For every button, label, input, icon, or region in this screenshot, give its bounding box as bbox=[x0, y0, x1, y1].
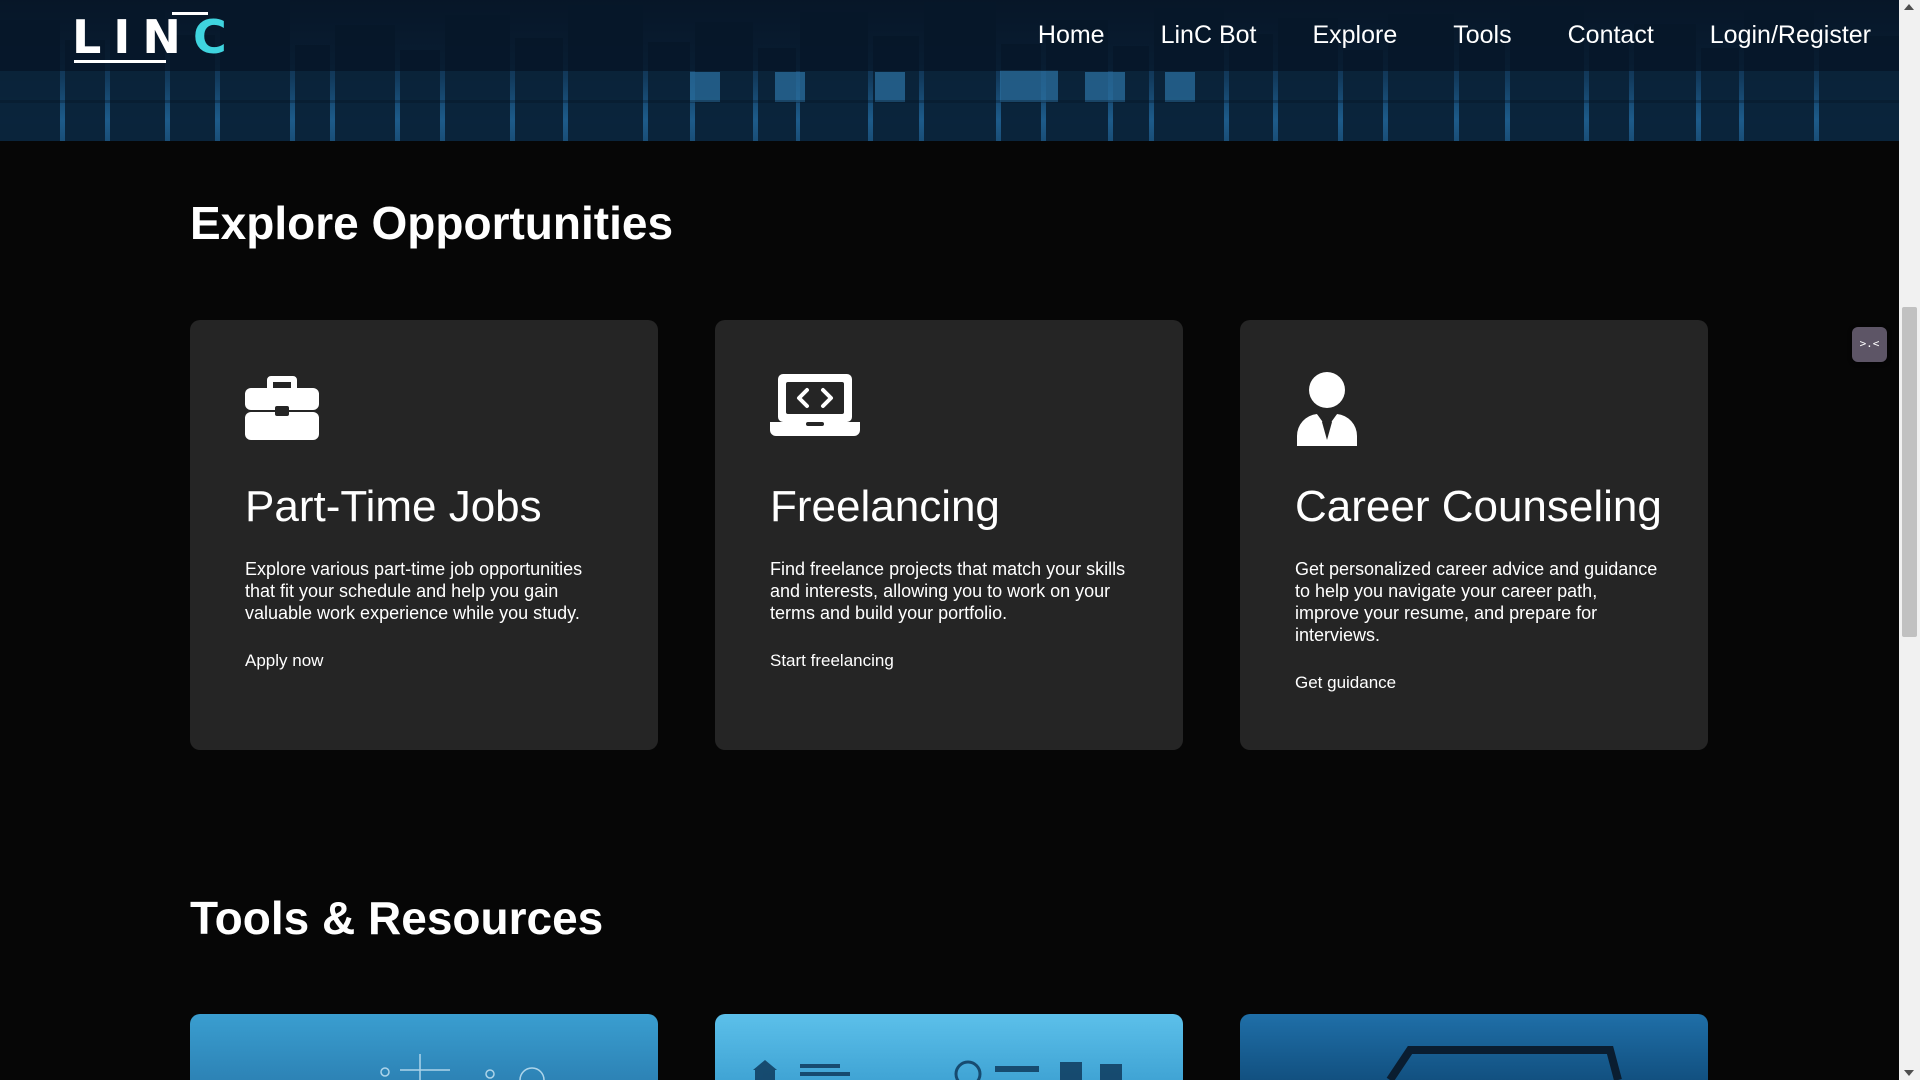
nav-home-link[interactable]: Home bbox=[1038, 18, 1105, 52]
resource-card-3[interactable] bbox=[1240, 1014, 1708, 1080]
scroll-down-arrow-icon[interactable] bbox=[1904, 1070, 1914, 1076]
resource-card-1[interactable] bbox=[190, 1014, 658, 1080]
start-freelancing-link[interactable]: Start freelancing bbox=[770, 651, 894, 671]
card-description: Explore various part-time job opportunit… bbox=[245, 559, 583, 623]
logo-text-main: LIN bbox=[72, 10, 193, 64]
resource-illustration bbox=[380, 1054, 545, 1080]
card-title: Part-Time Jobs bbox=[245, 482, 542, 531]
opportunity-card-freelancing: Freelancing Find freelance projects that… bbox=[715, 320, 1183, 750]
logo-text-accent: C bbox=[192, 10, 239, 64]
scroll-up-arrow-icon[interactable] bbox=[1904, 4, 1914, 10]
card-title: Career Counseling bbox=[1295, 482, 1662, 531]
user-tie-icon bbox=[1295, 372, 1359, 451]
resource-card-2[interactable] bbox=[715, 1014, 1183, 1080]
explore-section-title: Explore Opportunities bbox=[190, 197, 674, 249]
laptop-code-icon bbox=[770, 372, 860, 441]
scrollbar-thumb[interactable] bbox=[1902, 307, 1917, 637]
get-guidance-link[interactable]: Get guidance bbox=[1295, 673, 1396, 693]
linc-logo[interactable]: LINC bbox=[72, 8, 227, 66]
logo-underline bbox=[74, 60, 166, 63]
page-scrollbar[interactable] bbox=[1899, 0, 1920, 1080]
nav-tools-link[interactable]: Tools bbox=[1453, 18, 1511, 52]
chat-widget-button[interactable]: >.< bbox=[1852, 327, 1887, 362]
top-navbar: LINC Home LinC Bot Explore Tools Contact… bbox=[0, 0, 1899, 71]
main-nav: Home LinC Bot Explore Tools Contact Logi… bbox=[982, 18, 1871, 52]
opportunity-card-part-time-jobs: Part-Time Jobs Explore various part-time… bbox=[190, 320, 658, 750]
nav-login-register-link[interactable]: Login/Register bbox=[1710, 18, 1871, 52]
card-title: Freelancing bbox=[770, 482, 1000, 531]
card-description: Find freelance projects that match your … bbox=[770, 559, 1126, 623]
tools-section-title: Tools & Resources bbox=[190, 892, 604, 944]
apply-now-link[interactable]: Apply now bbox=[245, 651, 323, 671]
nav-explore-link[interactable]: Explore bbox=[1312, 18, 1397, 52]
briefcase-icon bbox=[245, 372, 319, 445]
nav-contact-link[interactable]: Contact bbox=[1568, 18, 1654, 52]
logo-text: LINC bbox=[72, 10, 239, 64]
nav-linc-bot-link[interactable]: LinC Bot bbox=[1161, 18, 1257, 52]
card-description: Get personalized career advice and guida… bbox=[1295, 559, 1658, 645]
resource-illustration bbox=[1386, 1046, 1622, 1080]
resource-illustration bbox=[753, 1060, 1122, 1080]
logo-overline bbox=[172, 12, 208, 15]
opportunity-card-career-counseling: Career Counseling Get personalized caree… bbox=[1240, 320, 1708, 750]
